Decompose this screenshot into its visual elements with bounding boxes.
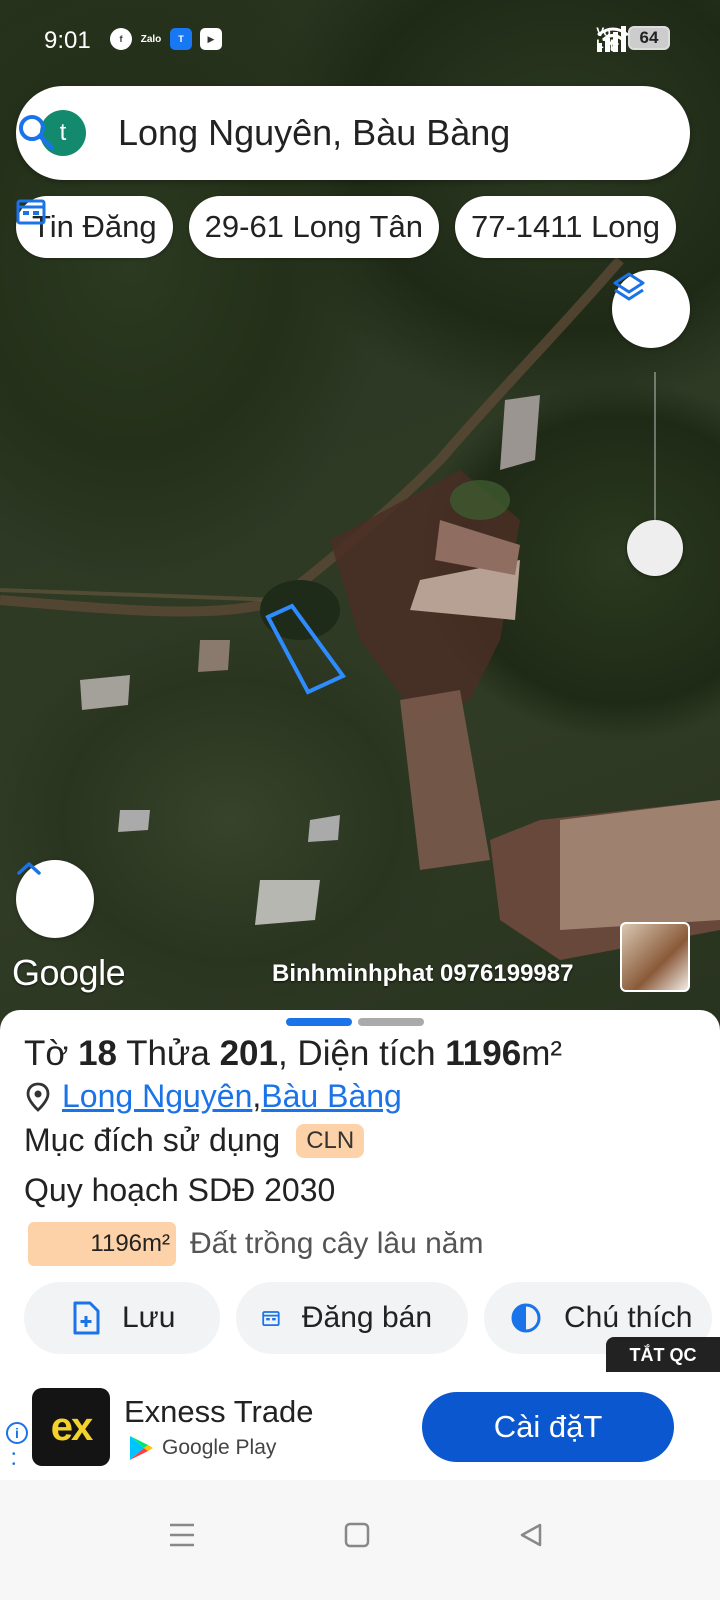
zalopay-icon: Zalo xyxy=(140,33,162,45)
post-for-sale-label: Đăng bán xyxy=(301,1301,432,1334)
chip-label: 77-1411 Long xyxy=(470,209,661,244)
layers-icon xyxy=(613,272,645,301)
filter-chips: Tin Đăng 29-61 Long Tân 77-1411 Long xyxy=(16,196,677,258)
search-bar[interactable]: t Long Nguyên, Bàu Bàng xyxy=(16,86,690,180)
chip-label: 29-61 Long Tân xyxy=(204,209,423,244)
store-label: Google Play xyxy=(162,1436,277,1459)
facebook-icon: f xyxy=(110,28,132,50)
chevron-up-icon xyxy=(17,862,41,875)
page-indicator-active xyxy=(286,1018,352,1026)
add-file-icon xyxy=(73,1301,100,1335)
chip-77-1411-long[interactable]: 77-1411 Long xyxy=(454,196,677,258)
chip-tin-dang[interactable]: Tin Đăng xyxy=(16,196,173,258)
chip-29-61-long-tan[interactable]: 29-61 Long Tân xyxy=(188,196,439,258)
district-link[interactable]: Bàu Bàng xyxy=(261,1078,402,1115)
signal-icon xyxy=(597,26,627,52)
parcel-title: Tờ 18 Thửa 201, Diện tích 1196m² xyxy=(24,1034,562,1074)
google-play-icon xyxy=(130,1436,153,1460)
commune-link[interactable]: Long Nguyên xyxy=(62,1078,252,1115)
area-unit: m² xyxy=(521,1034,563,1073)
ad-app-name: Exness Trade xyxy=(124,1394,314,1429)
google-logo: Google xyxy=(12,952,126,993)
street-photo-thumbnail[interactable] xyxy=(620,922,690,992)
sheet-number: 18 xyxy=(78,1034,117,1073)
land-use-code-badge: CLN xyxy=(296,1123,365,1158)
battery-icon: 64 xyxy=(628,26,670,50)
watermark: Binhminhphat 0976199987 xyxy=(272,960,574,987)
parcel-area: 1196 xyxy=(445,1034,522,1073)
post-for-sale-button[interactable]: Đăng bán xyxy=(236,1282,468,1354)
title-area-label: , Diện tích xyxy=(277,1034,446,1073)
location-separator: , xyxy=(252,1078,262,1114)
legend-description: Đất trồng cây lâu năm xyxy=(190,1227,484,1260)
land-use-purpose: Mục đích sử dụng CLN xyxy=(24,1122,365,1159)
legend-label: Chú thích xyxy=(564,1301,693,1334)
save-label: Lưu xyxy=(122,1301,176,1334)
opacity-slider-track[interactable] xyxy=(654,372,656,522)
calendar-icon xyxy=(16,199,46,225)
parcel-number: 201 xyxy=(219,1034,278,1073)
hide-ads-button[interactable]: TẮT QC xyxy=(606,1337,720,1373)
page-indicator xyxy=(358,1018,424,1026)
home-icon[interactable] xyxy=(344,1522,370,1548)
satellite-map[interactable]: 9:01 f Zalo T ▶ VoLTE 64 t Long Nguyên, … xyxy=(0,0,720,1040)
exness-logo: ex xyxy=(32,1388,110,1466)
title-prefix: Tờ xyxy=(24,1034,79,1073)
chip-label: Tin Đăng xyxy=(32,209,157,244)
contrast-icon xyxy=(511,1303,541,1333)
title-parcel-label: Thửa xyxy=(117,1034,220,1073)
install-button[interactable]: Cài đặT xyxy=(422,1392,674,1462)
planning-label: Quy hoạch SDĐ 2030 xyxy=(24,1172,336,1208)
app-notification-icon: T xyxy=(170,28,192,50)
search-icon[interactable] xyxy=(16,112,56,152)
opacity-slider-handle[interactable] xyxy=(627,520,683,576)
calendar-icon xyxy=(262,1311,280,1327)
search-query[interactable]: Long Nguyên, Bàu Bàng xyxy=(118,112,510,154)
status-bar: 9:01 f Zalo T ▶ VoLTE 64 xyxy=(0,0,720,80)
video-icon: ▶ xyxy=(200,28,222,50)
expand-button[interactable] xyxy=(16,860,94,938)
parcel-location: Long Nguyên, Bàu Bàng xyxy=(24,1078,402,1115)
planning-legend: 1196m² Đất trồng cây lâu năm xyxy=(28,1222,483,1266)
screen: 9:01 f Zalo T ▶ VoLTE 64 t Long Nguyên, … xyxy=(0,0,720,1600)
location-pin-icon xyxy=(26,1082,50,1112)
ad-info-icon[interactable]: i xyxy=(6,1422,28,1444)
clock: 9:01 xyxy=(44,27,91,54)
back-icon[interactable] xyxy=(518,1522,544,1548)
ad-store: Google Play xyxy=(128,1434,276,1462)
ad-menu-icon[interactable]: • • xyxy=(12,1450,16,1470)
menu-icon[interactable] xyxy=(168,1522,196,1548)
save-button[interactable]: Lưu xyxy=(24,1282,220,1354)
ad-banner[interactable]: i • • ex Exness Trade Google Play Cài đặT xyxy=(0,1372,720,1480)
layers-button[interactable] xyxy=(612,270,690,348)
sheet-handle[interactable] xyxy=(286,1018,424,1026)
legend-swatch: 1196m² xyxy=(28,1222,176,1266)
purpose-label: Mục đích sử dụng xyxy=(24,1122,281,1158)
system-nav-bar xyxy=(0,1480,720,1600)
